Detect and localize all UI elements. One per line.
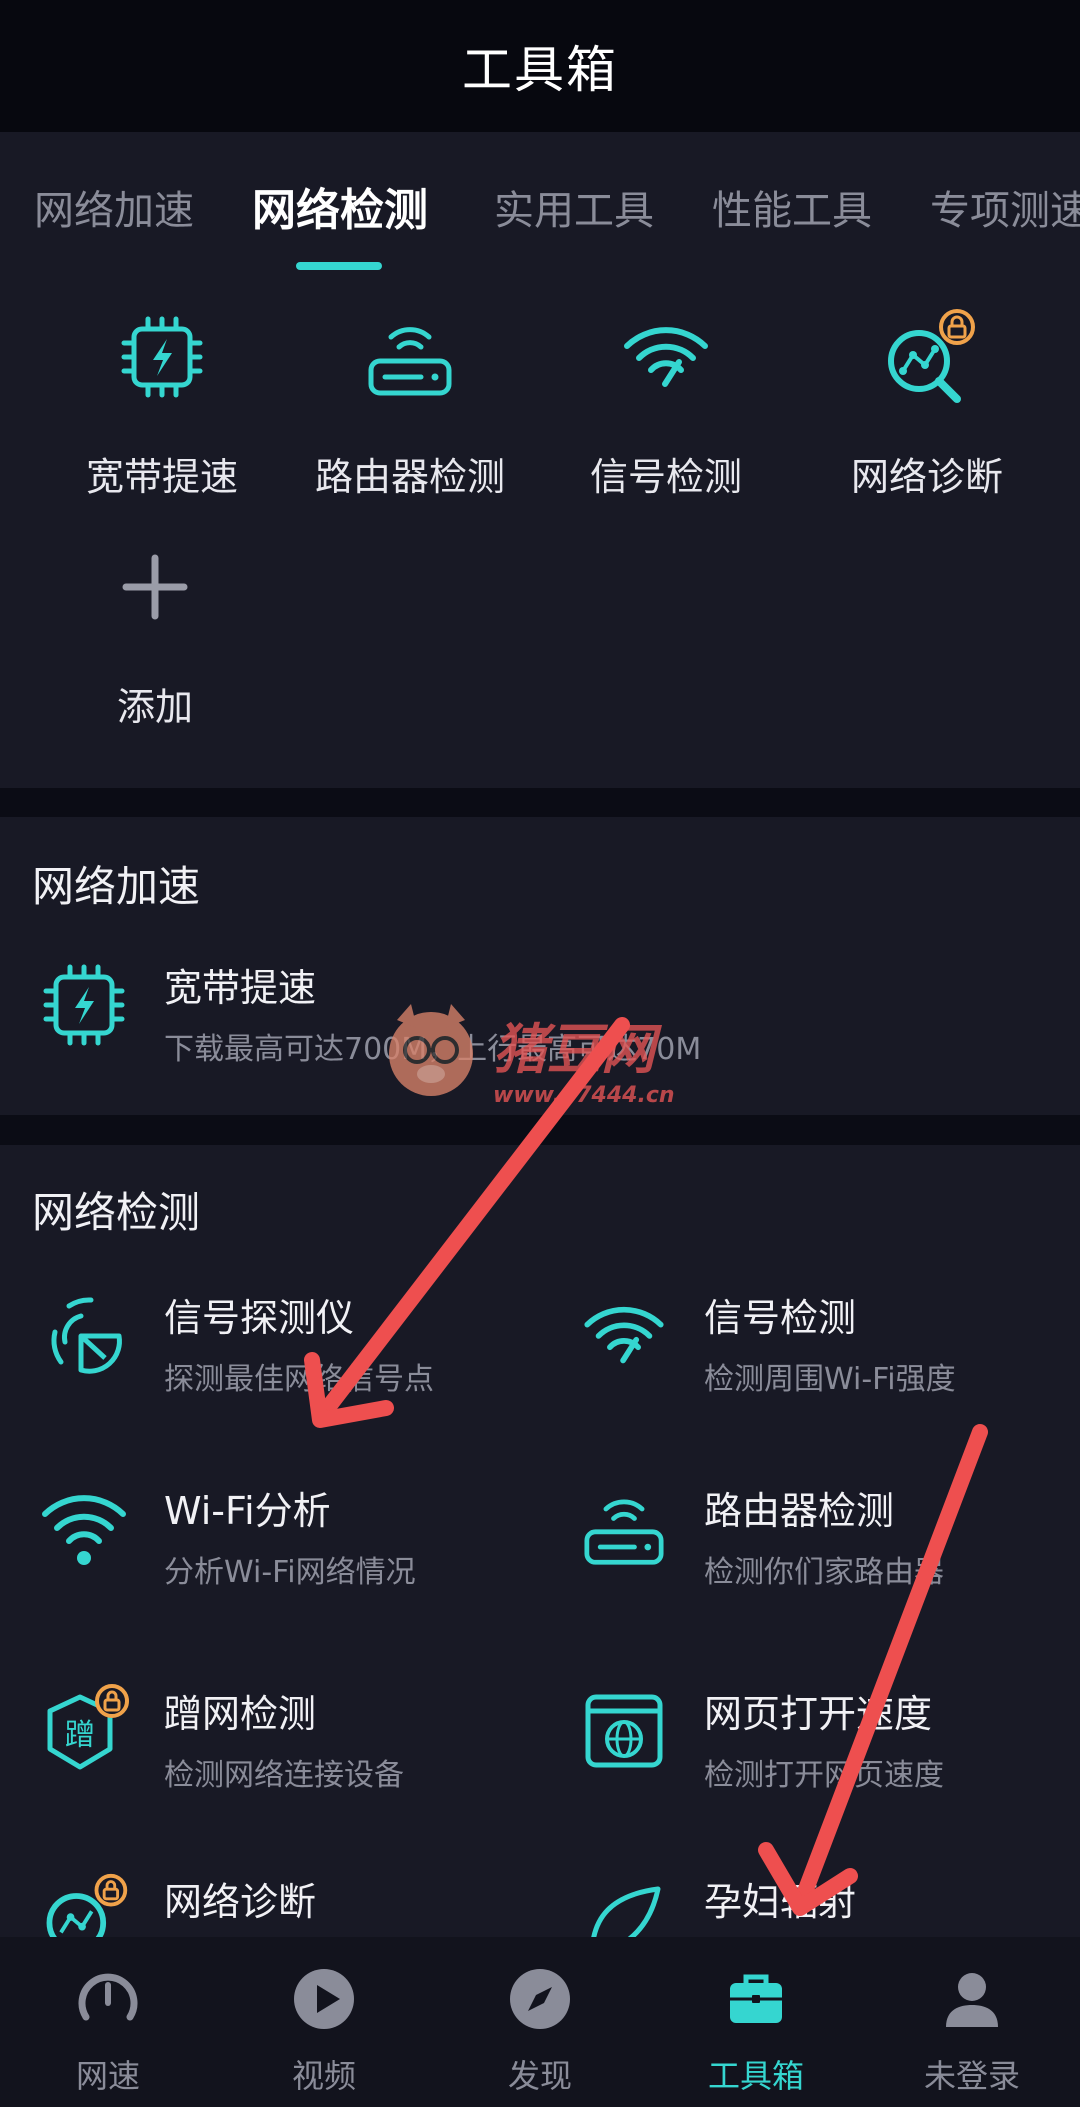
quick-tool-label: 网络诊断 xyxy=(850,455,1003,499)
tab-network-detect[interactable]: 网络检测 xyxy=(252,174,428,238)
active-tab-indicator xyxy=(296,262,382,270)
wifi-icon xyxy=(34,1478,134,1578)
user-icon xyxy=(887,1959,1057,2039)
tool-item-title: Wi-Fi分析 xyxy=(164,1489,331,1533)
tool-item-signal-radar[interactable]: 信号探测仪 探测最佳网络信号点 xyxy=(34,1285,434,1398)
app-header: 工具箱 xyxy=(0,0,1080,132)
tool-item-desc: 检测周围Wi-Fi强度 xyxy=(704,1362,956,1397)
network-diagnose-icon xyxy=(802,302,1052,412)
tool-item-title: 路由器检测 xyxy=(704,1489,895,1533)
quick-tools-panel: 网络加速 网络检测 实用工具 性能工具 专项测速 宽带提速 路由器检测 信号检测… xyxy=(0,132,1080,788)
router-icon xyxy=(574,1478,674,1578)
tool-item-desc: 检测你们家路由器 xyxy=(704,1555,944,1590)
wifi-signal-icon xyxy=(574,1285,674,1385)
leaf-icon xyxy=(574,1869,674,1937)
section-title: 网络加速 xyxy=(32,862,201,911)
section-network-detect: 网络检测 信号探测仪 探测最佳网络信号点 信号检测 检测周围Wi-Fi强度 Wi… xyxy=(0,1145,1080,1937)
section-title: 网络检测 xyxy=(32,1188,201,1237)
tab-special-speedtest[interactable]: 专项测速 xyxy=(930,178,1080,236)
nav-item-speed[interactable]: 网速 xyxy=(23,1959,193,2097)
quick-tool-label: 宽带提速 xyxy=(85,455,238,499)
category-tabs: 网络加速 网络检测 实用工具 性能工具 专项测速 xyxy=(0,172,1080,262)
tool-item-title: 信号探测仪 xyxy=(164,1296,355,1340)
quick-tool-label: 信号检测 xyxy=(589,455,742,499)
tool-item-title: 信号检测 xyxy=(704,1296,857,1340)
tab-utility-tools[interactable]: 实用工具 xyxy=(494,178,654,236)
tab-performance-tools[interactable]: 性能工具 xyxy=(712,178,872,236)
tool-item-signal-check[interactable]: 信号检测 检测周围Wi-Fi强度 xyxy=(574,1285,956,1398)
tool-item-title: 孕妇辐射 xyxy=(704,1880,857,1924)
nav-label: 发现 xyxy=(507,2057,572,2095)
nav-label: 工具箱 xyxy=(707,2057,804,2095)
nav-item-discover[interactable]: 发现 xyxy=(455,1959,625,2097)
nav-item-toolbox[interactable]: 工具箱 xyxy=(671,1959,841,2097)
plus-icon xyxy=(30,532,280,642)
quick-tool-label: 添加 xyxy=(116,685,193,729)
nav-label: 网速 xyxy=(75,2057,140,2095)
quick-tool-network-diagnose[interactable]: 网络诊断 xyxy=(802,302,1052,501)
page-title: 工具箱 xyxy=(462,41,618,99)
chip-bolt-icon xyxy=(34,955,134,1055)
tab-network-accel[interactable]: 网络加速 xyxy=(34,178,194,236)
quick-tool-broadband-boost[interactable]: 宽带提速 xyxy=(37,302,287,501)
tool-item-desc: 探测最佳网络信号点 xyxy=(164,1362,434,1397)
tool-item-title: 网页打开速度 xyxy=(704,1692,933,1736)
tool-item-wifi-analysis[interactable]: Wi-Fi分析 分析Wi-Fi网络情况 xyxy=(34,1478,416,1591)
nav-item-profile[interactable]: 未登录 xyxy=(887,1959,1057,2097)
watermark-brand: 猪豆网 xyxy=(493,1018,663,1081)
quick-tool-add[interactable]: 添加 xyxy=(30,532,280,731)
bottom-navigation: 网速 视频 发现 工具箱 未登录 xyxy=(0,1937,1080,2107)
web-globe-icon xyxy=(574,1681,674,1781)
watermark-logo: 猪豆网 www.97444.cn xyxy=(375,1000,715,1120)
router-icon xyxy=(285,302,535,412)
tool-item-desc: 检测打开网页速度 xyxy=(704,1758,944,1793)
tool-item-network-diagnose[interactable]: 网络诊断 xyxy=(34,1869,316,1937)
quick-tool-label: 路由器检测 xyxy=(314,455,505,499)
shield-cheng-icon: 蹭 xyxy=(34,1681,134,1781)
compass-icon xyxy=(455,1959,625,2039)
tool-item-title: 蹭网检测 xyxy=(164,1692,317,1736)
shield-glyph: 蹭 xyxy=(65,1718,95,1753)
play-icon xyxy=(239,1959,409,2039)
tool-item-desc: 分析Wi-Fi网络情况 xyxy=(164,1555,416,1590)
tool-item-title: 网络诊断 xyxy=(164,1880,317,1924)
chip-bolt-icon xyxy=(37,302,287,412)
nav-label: 未登录 xyxy=(923,2057,1020,2095)
nav-item-video[interactable]: 视频 xyxy=(239,1959,409,2097)
tool-item-freeloader-check[interactable]: 蹭 蹭网检测 检测网络连接设备 xyxy=(34,1681,404,1794)
quick-tool-router-check[interactable]: 路由器检测 xyxy=(285,302,535,501)
network-diagnose-icon xyxy=(34,1869,134,1937)
nav-label: 视频 xyxy=(291,2057,356,2095)
watermark-url: www.97444.cn xyxy=(493,1083,675,1108)
tool-item-pregnancy-radiation[interactable]: 孕妇辐射 xyxy=(574,1869,856,1937)
radar-icon xyxy=(34,1285,134,1385)
wifi-signal-icon xyxy=(541,302,791,412)
tool-item-desc: 检测网络连接设备 xyxy=(164,1758,404,1793)
speedometer-icon xyxy=(23,1959,193,2039)
toolbox-icon xyxy=(671,1959,841,2039)
tool-item-webpage-speed[interactable]: 网页打开速度 检测打开网页速度 xyxy=(574,1681,944,1794)
quick-tool-signal-check[interactable]: 信号检测 xyxy=(541,302,791,501)
tool-item-router-check[interactable]: 路由器检测 检测你们家路由器 xyxy=(574,1478,944,1591)
